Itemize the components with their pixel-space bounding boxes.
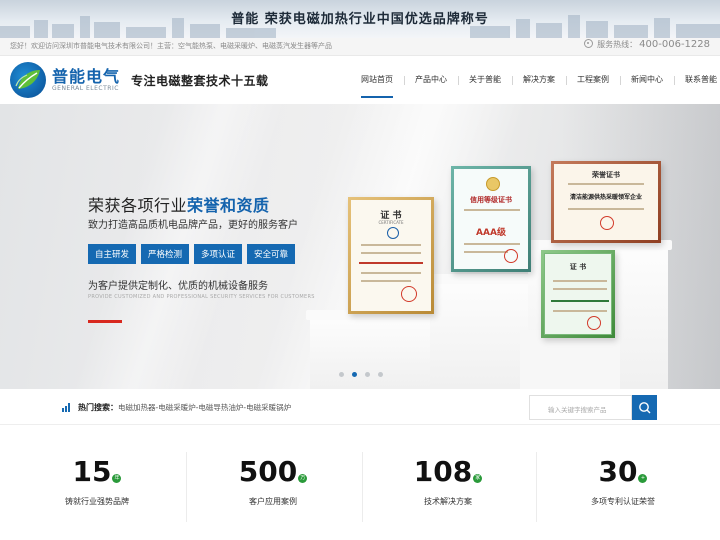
- nav-item-cases[interactable]: 工程案例: [566, 70, 620, 94]
- nav-item-home[interactable]: 网站首页: [350, 70, 404, 98]
- seal-icon: [600, 216, 614, 230]
- stat-patents: 30 + 多项专利认证荣誉: [543, 454, 703, 507]
- bar-chart-icon: [62, 403, 70, 412]
- hero-banner[interactable]: 荣获各项行业荣誉和资质 致力打造高品质机电品牌产品，更好的服务客户 自主研发 严…: [0, 104, 720, 389]
- text-line: [464, 251, 508, 253]
- carousel-dot[interactable]: [365, 372, 370, 377]
- stat-label: 铸就行业强势品牌: [65, 497, 129, 506]
- certificate-title: 荣誉证书: [592, 171, 620, 179]
- stat-value: 15: [72, 455, 112, 488]
- service-hotline: 服务热线： 400-006-1228: [584, 39, 710, 50]
- divider: [186, 452, 187, 522]
- text-line: [553, 280, 607, 282]
- text-line: [568, 183, 644, 185]
- hero-text: 为客户提供定制化、优质的机械设备服务: [88, 281, 268, 292]
- hot-search-links[interactable]: 电磁加热器-电磁采暖炉-电磁导热油炉-电磁采暖锅炉: [118, 402, 291, 413]
- podium: [520, 330, 620, 389]
- hot-search-label: 热门搜索：: [78, 403, 118, 412]
- top-banner: 普能 荣获电磁加热行业中国优选品牌称号: [0, 0, 720, 38]
- nav-item-products[interactable]: 产品中心: [404, 70, 458, 94]
- stat-label: 多项专利认证荣誉: [591, 497, 655, 506]
- award-headline: 普能 荣获电磁加热行业中国优选品牌称号: [231, 12, 489, 27]
- stat-cases: 500 万 客户应用案例: [193, 454, 353, 507]
- badge-icon: [486, 177, 500, 191]
- certificate-image: 荣誉证书 清洁能源供热采暖领军企业: [551, 161, 661, 243]
- text-line: [553, 310, 607, 312]
- stat-unit-badge: 年: [112, 474, 122, 483]
- carousel-dot[interactable]: [378, 372, 383, 377]
- leaf-logo-icon[interactable]: [10, 62, 46, 98]
- phone-icon: [584, 39, 594, 48]
- info-bar: 您好！欢迎访问深圳市普能电气技术有限公司！主营：空气能热泵、电磁采暖炉、电磁蒸汽…: [0, 38, 720, 56]
- stat-unit-badge: +: [638, 474, 648, 483]
- seal-icon: [387, 227, 399, 239]
- certificate-image: 证 书: [541, 250, 615, 338]
- stat-label: 客户应用案例: [249, 497, 297, 506]
- site-header: 普能电气 GENERAL ELECTRIC 专注电磁整套技术十五载 网站首页 产…: [0, 56, 720, 104]
- text-line: [464, 243, 520, 245]
- stat-label: 技术解决方案: [424, 497, 472, 506]
- carousel-dots: [339, 372, 383, 377]
- search-input[interactable]: 输入关键字搜索产品: [529, 395, 632, 420]
- text-line: [361, 280, 411, 282]
- certificate-grade: AAA级: [476, 228, 506, 238]
- stat-value: 30: [598, 455, 638, 488]
- logo-name[interactable]: 普能电气: [52, 63, 120, 87]
- divider: [536, 452, 537, 522]
- text-line: [359, 262, 423, 264]
- hero-tags: 自主研发 严格检测 多项认证 安全可靠: [88, 244, 296, 264]
- carousel-dot-active[interactable]: [352, 372, 357, 377]
- hero-subtitle: 致力打造高品质机电品牌产品，更好的服务客户: [88, 220, 298, 231]
- stat-solutions: 108 家 技术解决方案: [368, 454, 528, 507]
- welcome-text: 您好！欢迎访问深圳市普能电气技术有限公司！主营：空气能热泵、电磁采暖炉、电磁蒸汽…: [10, 42, 332, 50]
- seal-icon: [504, 249, 518, 263]
- tag-safety: 安全可靠: [247, 244, 296, 264]
- certificate-text: 清洁能源供热采暖领军企业: [569, 194, 642, 201]
- company-slogan: 专注电磁整套技术十五载: [131, 74, 269, 88]
- nav-item-contact[interactable]: 联系普能: [674, 70, 720, 94]
- text-line: [361, 272, 421, 274]
- search-button[interactable]: [632, 395, 657, 420]
- accent-bar: [88, 320, 122, 323]
- stat-value: 108: [413, 455, 473, 488]
- logo-english: GENERAL ELECTRIC: [52, 85, 119, 92]
- certificate-subtitle: CERTIFICATE: [378, 220, 404, 225]
- hotline-label: 服务热线：: [597, 40, 638, 49]
- hotline-number[interactable]: 400-006-1228: [639, 39, 710, 50]
- certificate-image: 证 书 CERTIFICATE: [348, 197, 434, 314]
- certificate-title: 信用等级证书: [470, 196, 512, 204]
- nav-item-about[interactable]: 关于普能: [458, 70, 512, 94]
- seal-icon: [401, 286, 417, 302]
- hero-text-english: PROVIDE CUSTOMIZED AND PROFESSIONAL SECU…: [88, 294, 315, 300]
- main-nav: 网站首页 产品中心 关于普能 解决方案 工程案例 新闻中心 联系普能: [350, 70, 720, 98]
- carousel-dot[interactable]: [339, 372, 344, 377]
- nav-item-news[interactable]: 新闻中心: [620, 70, 674, 94]
- text-line: [464, 209, 520, 211]
- stat-unit-badge: 家: [473, 474, 483, 483]
- stat-unit-badge: 万: [298, 474, 308, 483]
- certificate-image: 信用等级证书 AAA级: [451, 166, 531, 272]
- hero-title-prefix: 荣获各项行业: [88, 196, 188, 215]
- seal-icon: [587, 316, 601, 330]
- text-line: [551, 300, 609, 302]
- nav-item-solutions[interactable]: 解决方案: [512, 70, 566, 94]
- tag-certification: 多项认证: [194, 244, 243, 264]
- search-row: 热门搜索： 电磁加热器-电磁采暖炉-电磁导热油炉-电磁采暖锅炉 输入关键字搜索产…: [0, 389, 720, 425]
- search-icon: [639, 402, 651, 414]
- text-line: [568, 208, 644, 210]
- hero-title-highlight: 荣誉和资质: [187, 196, 270, 215]
- text-line: [553, 288, 607, 290]
- text-line: [361, 252, 421, 254]
- podium: [310, 316, 450, 389]
- tag-testing: 严格检测: [141, 244, 190, 264]
- text-line: [361, 244, 421, 246]
- tag-rd: 自主研发: [88, 244, 137, 264]
- hero-title: 荣获各项行业荣誉和资质: [88, 192, 270, 216]
- divider: [362, 452, 363, 522]
- stat-value: 500: [238, 455, 298, 488]
- stats-section: 15 年 铸就行业强势品牌 500 万 客户应用案例 108 家 技术解决方案 30 +…: [0, 440, 720, 540]
- certificate-title: 证 书: [569, 263, 587, 271]
- stat-years: 15 年 铸就行业强势品牌: [17, 454, 177, 507]
